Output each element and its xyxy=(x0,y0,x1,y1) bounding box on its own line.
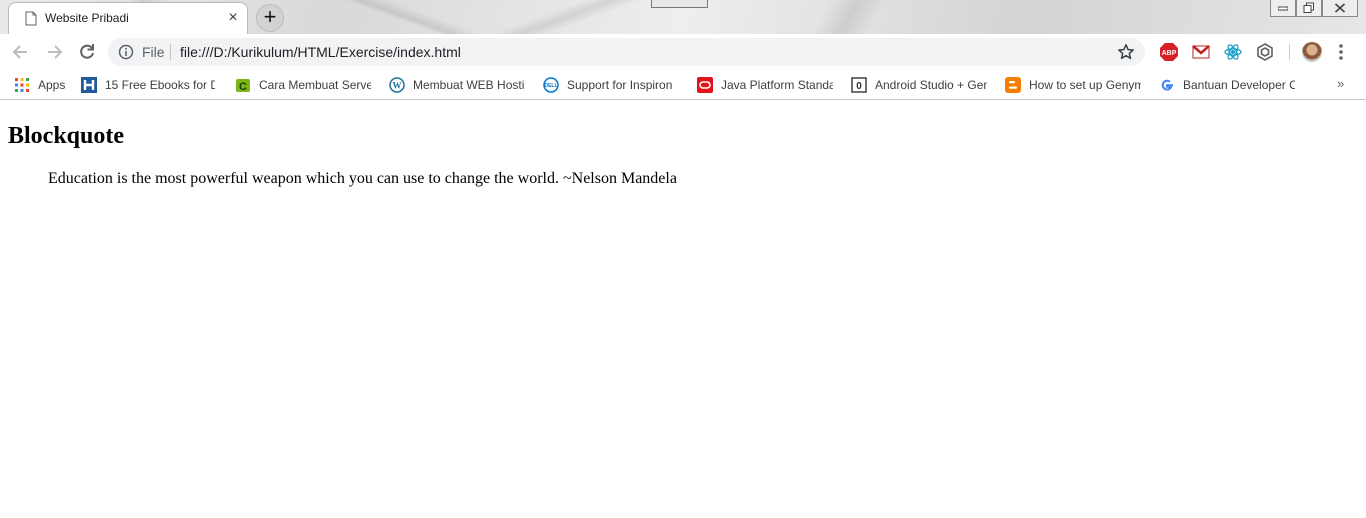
dell-icon: DELL xyxy=(543,77,559,93)
wordpress-icon: W xyxy=(389,77,405,93)
window-notch xyxy=(651,0,708,8)
bookmark-cara-membuat-server[interactable]: C Cara Membuat Serve xyxy=(235,75,373,95)
bookmarks-bar: Apps 15 Free Ebooks for De C Cara Membua… xyxy=(0,70,1366,100)
restore-button[interactable] xyxy=(1296,0,1322,17)
bookmark-label: 15 Free Ebooks for De xyxy=(105,78,215,92)
adblock-plus-icon[interactable]: ABP xyxy=(1159,42,1179,62)
minimize-button[interactable] xyxy=(1270,0,1296,17)
bookmark-membuat-web-hosting[interactable]: W Membuat WEB Hostin xyxy=(389,75,527,95)
blockquote-text: Education is the most powerful weapon wh… xyxy=(48,170,677,187)
document-icon xyxy=(25,11,37,26)
svg-text:C: C xyxy=(239,81,247,93)
extension-icon[interactable] xyxy=(1255,42,1275,62)
url-text[interactable]: file:///D:/Kurikulum/HTML/Exercise/index… xyxy=(180,44,461,60)
h-logo-icon xyxy=(81,77,97,93)
svg-text:ABP: ABP xyxy=(1162,50,1177,57)
apps-grid-icon xyxy=(14,77,30,93)
profile-avatar[interactable] xyxy=(1302,42,1322,62)
bookmark-label: How to set up Genym xyxy=(1029,78,1141,92)
bookmark-ebooks[interactable]: 15 Free Ebooks for De xyxy=(81,75,217,95)
oracle-icon xyxy=(697,77,713,93)
info-icon[interactable] xyxy=(118,44,134,60)
bookmark-apps[interactable]: Apps xyxy=(14,75,74,95)
bookmark-label: Bantuan Developer C xyxy=(1183,78,1295,92)
tab-close-icon[interactable]: × xyxy=(225,9,241,27)
back-arrow-icon[interactable] xyxy=(11,42,31,62)
bookmark-bantuan-developer[interactable]: Bantuan Developer C xyxy=(1159,75,1297,95)
page-heading: Blockquote xyxy=(8,123,125,149)
bookmark-star-icon[interactable] xyxy=(1117,43,1135,61)
page-viewport: Blockquote Education is the most powerfu… xyxy=(0,101,1366,518)
bookmark-support-inspiron[interactable]: DELL Support for Inspiron xyxy=(543,75,681,95)
google-g-icon xyxy=(1159,77,1175,93)
green-c-icon: C xyxy=(235,77,251,93)
bookmark-label: Membuat WEB Hostin xyxy=(413,78,525,92)
tab-website-pribadi[interactable]: Website Pribadi × xyxy=(8,2,248,34)
window-controls xyxy=(1270,0,1360,18)
bookmark-label: Java Platform Standa xyxy=(721,78,833,92)
omnibox-divider xyxy=(170,44,171,60)
bookmark-genymotion[interactable]: How to set up Genym xyxy=(1005,75,1143,95)
address-bar[interactable]: File file:///D:/Kurikulum/HTML/Exercise/… xyxy=(108,38,1145,66)
svg-text:W: W xyxy=(393,81,402,91)
bookmark-java-platform[interactable]: Java Platform Standa xyxy=(697,75,835,95)
forward-arrow-icon[interactable] xyxy=(44,42,64,62)
close-window-button[interactable] xyxy=(1322,0,1358,17)
blogger-icon xyxy=(1005,77,1021,93)
bookmark-label: Android Studio + Gen xyxy=(875,78,987,92)
toolbar-divider xyxy=(1289,44,1290,60)
gmail-icon[interactable] xyxy=(1191,42,1211,62)
bookmark-label: Apps xyxy=(38,78,66,92)
reload-icon[interactable] xyxy=(77,42,97,62)
zero-box-icon: 0 xyxy=(851,77,867,93)
bookmark-label: Cara Membuat Serve xyxy=(259,78,371,92)
scheme-label: File xyxy=(142,44,165,60)
svg-text:DELL: DELL xyxy=(544,83,557,89)
bookmarks-overflow-chevron-icon[interactable]: » xyxy=(1337,76,1344,91)
react-devtools-icon[interactable] xyxy=(1223,42,1243,62)
tab-title: Website Pribadi xyxy=(45,11,129,25)
new-tab-button[interactable]: + xyxy=(256,4,284,32)
kebab-menu-icon[interactable] xyxy=(1337,42,1345,62)
bookmark-android-studio[interactable]: 0 Android Studio + Gen xyxy=(851,75,989,95)
window-frame: Website Pribadi × + xyxy=(0,0,1366,34)
svg-text:0: 0 xyxy=(856,81,862,92)
bookmark-label: Support for Inspiron xyxy=(567,78,673,92)
